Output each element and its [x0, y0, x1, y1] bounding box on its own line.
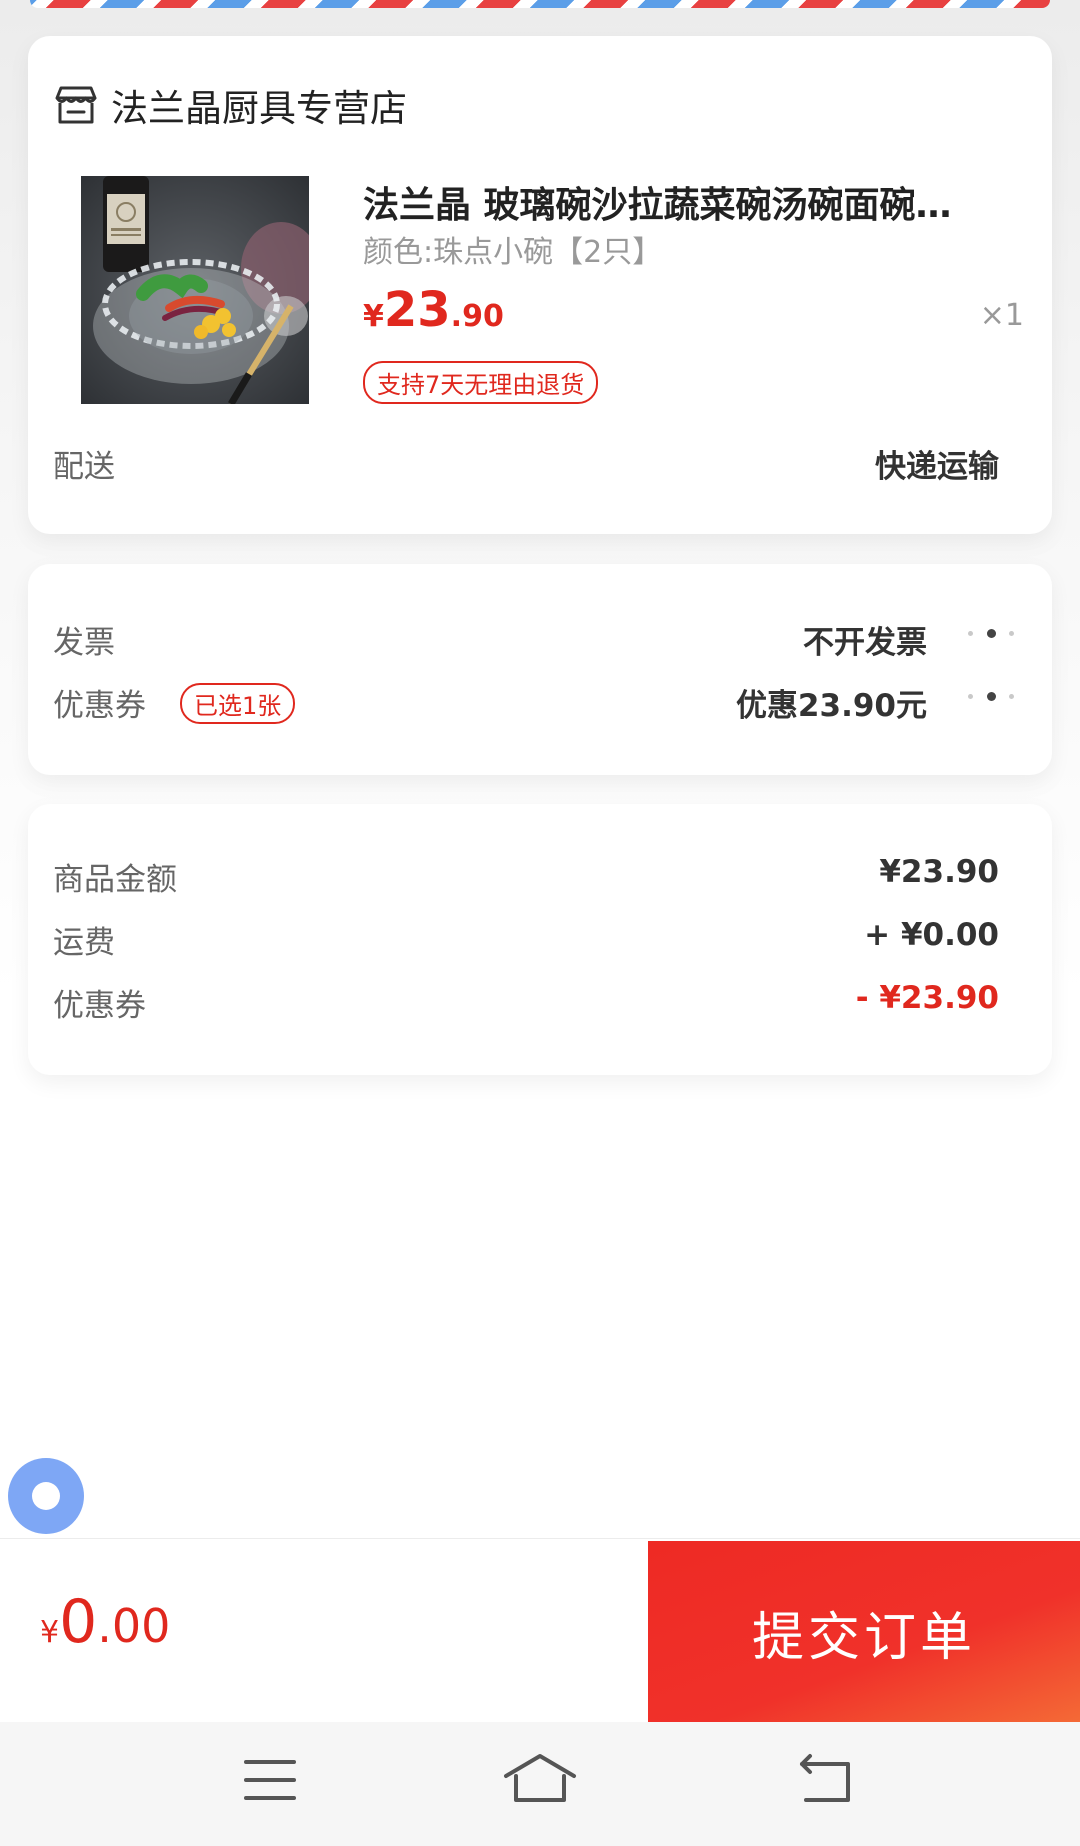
home-icon[interactable]: [500, 1750, 580, 1810]
coupon-label: 优惠券: [53, 688, 146, 724]
invoice-value: 不开发票: [803, 625, 927, 661]
store-header[interactable]: 法兰晶厨具专营店: [53, 80, 407, 130]
price-integer: 23: [383, 282, 451, 338]
options-card: 发票 不开发票 优惠券 已选1张 优惠23.90元: [28, 564, 1052, 775]
store-name[interactable]: 法兰晶厨具专营店: [111, 78, 407, 132]
invoice-label: 发票: [53, 625, 115, 661]
more-dots-icon[interactable]: [968, 628, 1014, 638]
total-decimal: .00: [97, 1599, 171, 1653]
summary-label: 运费: [53, 925, 115, 961]
store-icon: [55, 86, 97, 124]
back-icon[interactable]: [784, 1750, 864, 1810]
summary-discount-value: - ¥23.90: [855, 980, 999, 1016]
address-airmail-border: [30, 0, 1050, 8]
summary-value: + ¥0.00: [864, 917, 999, 953]
price-summary-card: 商品金额 ¥23.90 运费 + ¥0.00 优惠券 - ¥23.90: [28, 804, 1052, 1075]
summary-value: ¥23.90: [879, 854, 999, 890]
product-variant: 颜色:珠点小碗【2只】: [363, 235, 663, 270]
store-card: 法兰晶厨具专营店 法兰晶 玻璃碗沙拉蔬菜碗汤碗面碗… 颜色:珠点小碗【2只】 ¥…: [28, 36, 1052, 534]
delivery-value: 快递运输: [875, 449, 999, 485]
floating-button-dot-icon: [32, 1482, 60, 1510]
checkout-bar: ¥0.00 提交订单: [0, 1538, 1080, 1723]
return-policy-badge: 支持7天无理由退货: [363, 361, 599, 404]
floating-assistive-button[interactable]: [8, 1458, 84, 1534]
menu-icon[interactable]: [230, 1750, 310, 1810]
delivery-label: 配送: [53, 449, 115, 485]
coupon-selected-badge: 已选1张: [180, 683, 296, 724]
coupon-value: 优惠23.90元: [735, 688, 927, 724]
submit-order-button[interactable]: 提交订单: [648, 1541, 1080, 1723]
product-price: ¥23.90: [363, 282, 504, 338]
product-quantity: ×1: [979, 298, 1024, 333]
summary-label: 优惠券: [53, 988, 146, 1024]
product-title[interactable]: 法兰晶 玻璃碗沙拉蔬菜碗汤碗面碗…: [363, 176, 1028, 228]
summary-label: 商品金额: [53, 862, 177, 898]
price-currency: ¥: [363, 299, 384, 334]
system-nav-bar: [0, 1722, 1080, 1846]
total-currency: ¥: [40, 1615, 60, 1650]
product-image[interactable]: [81, 176, 309, 404]
total-price: ¥0.00: [40, 1587, 170, 1657]
price-decimal: .90: [450, 299, 504, 334]
total-integer: 0: [59, 1587, 98, 1657]
more-dots-icon[interactable]: [968, 691, 1014, 701]
